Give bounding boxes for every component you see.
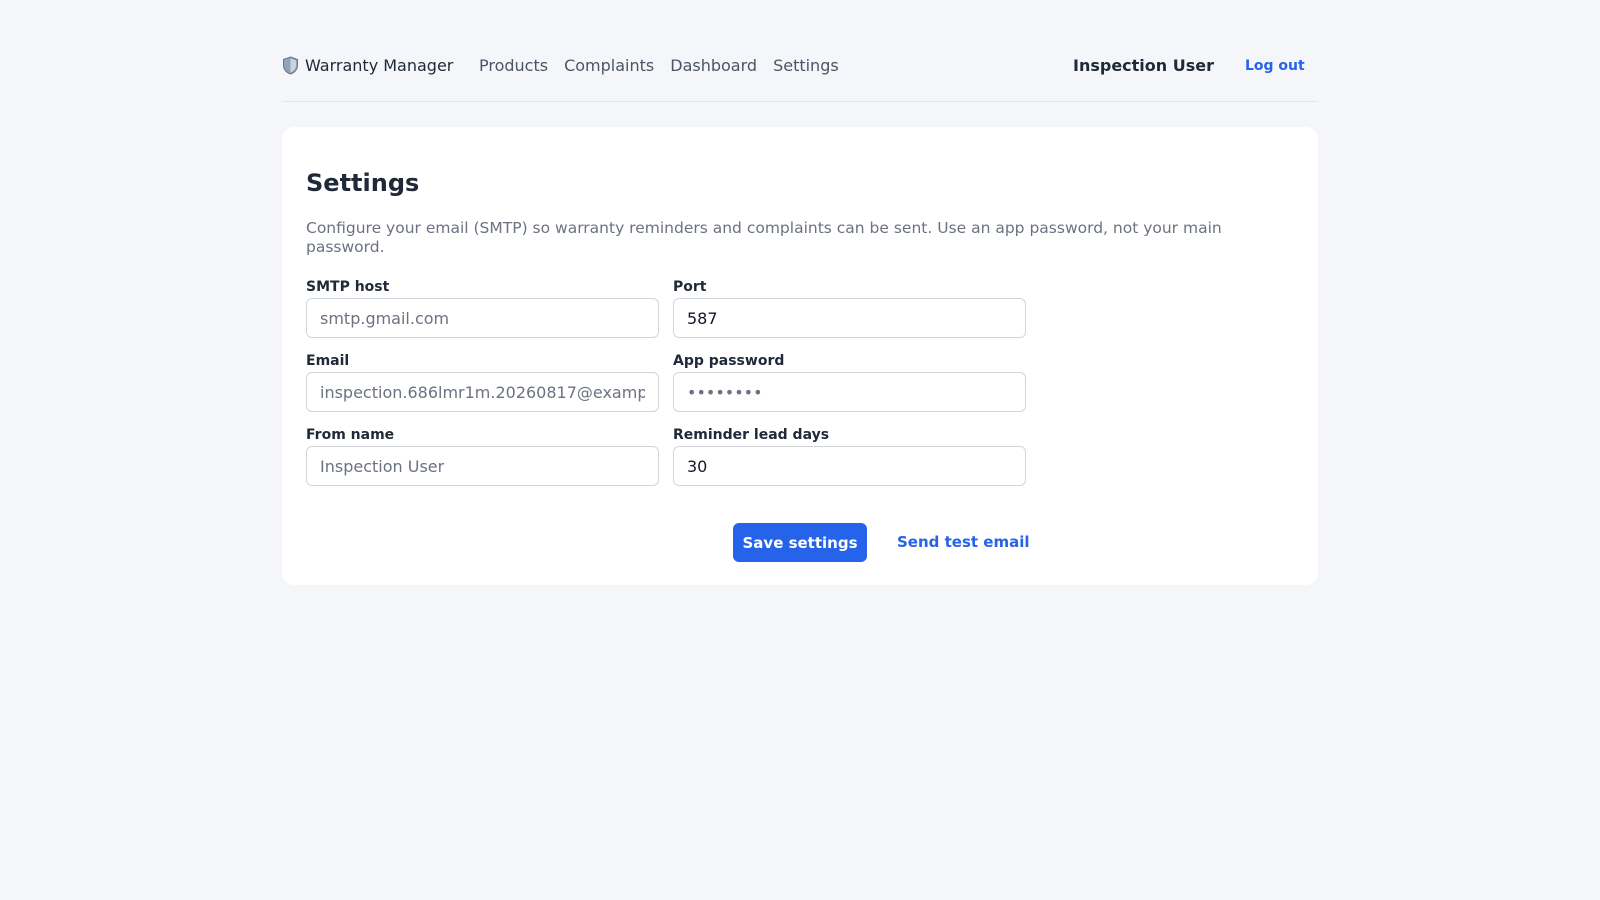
reminder-lead-days-label: Reminder lead days: [673, 427, 830, 443]
from-name-input[interactable]: [306, 446, 659, 486]
smtp-host-label: SMTP host: [306, 279, 390, 295]
port-group: Port: [673, 277, 1026, 338]
nav-products[interactable]: Products: [479, 56, 548, 75]
logout-button[interactable]: Log out: [1245, 58, 1305, 74]
reminder-lead-days-group: Reminder lead days: [673, 425, 1026, 486]
email-label: Email: [306, 353, 350, 369]
brand-name: Warranty Manager: [305, 56, 454, 75]
save-settings-button[interactable]: Save settings: [733, 523, 867, 562]
shield-icon: [282, 56, 299, 75]
brand[interactable]: Warranty Manager: [282, 56, 453, 75]
send-test-email-button[interactable]: Send test email: [897, 533, 1030, 551]
settings-description: Configure your email (SMTP) so warranty …: [306, 219, 1222, 256]
app-password-label: App password: [673, 353, 785, 369]
top-navigation-bar: Warranty Manager Products Complaints Das…: [282, 46, 1318, 102]
nav-dashboard[interactable]: Dashboard: [670, 56, 757, 75]
settings-card: Settings Configure your email (SMTP) so …: [282, 127, 1318, 585]
port-input[interactable]: [673, 298, 1026, 338]
reminder-lead-days-input[interactable]: [673, 446, 1026, 486]
current-user-name: Inspection User: [1073, 56, 1214, 75]
app-password-input[interactable]: [673, 372, 1026, 412]
main-nav: Products Complaints Dashboard Settings: [479, 56, 839, 75]
page-title: Settings: [306, 169, 420, 197]
port-label: Port: [673, 279, 707, 295]
from-name-group: From name: [306, 425, 659, 486]
smtp-host-group: SMTP host: [306, 277, 659, 338]
smtp-host-input[interactable]: [306, 298, 659, 338]
app-password-group: App password: [673, 351, 1026, 412]
email-group: Email: [306, 351, 659, 412]
from-name-label: From name: [306, 427, 395, 443]
nav-settings[interactable]: Settings: [773, 56, 839, 75]
email-input[interactable]: [306, 372, 659, 412]
nav-complaints[interactable]: Complaints: [564, 56, 654, 75]
